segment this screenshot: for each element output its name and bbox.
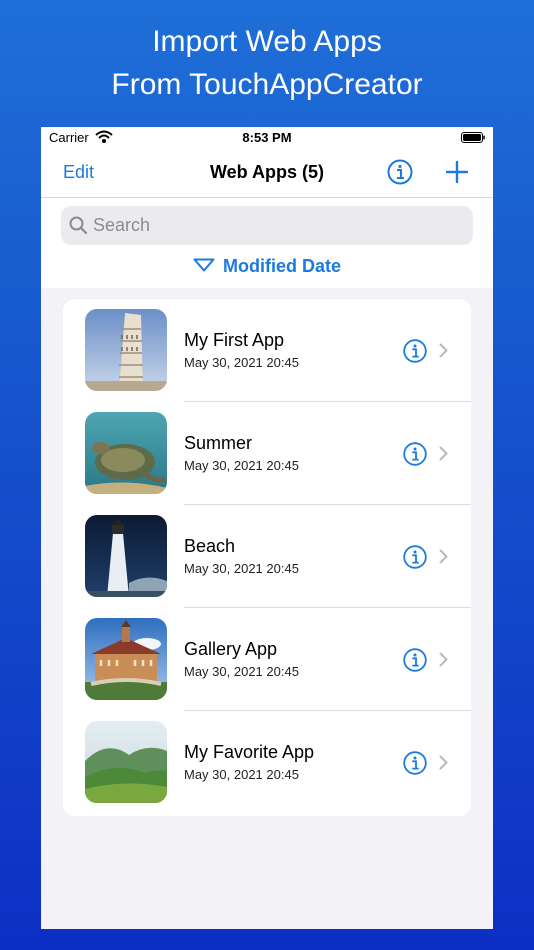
search-area: Search Modified Date xyxy=(41,198,493,288)
promo-header: Import Web Apps From TouchAppCreator xyxy=(0,20,534,106)
app-date: May 30, 2021 20:45 xyxy=(184,458,299,473)
status-time: 8:53 PM xyxy=(242,130,292,145)
battery-icon xyxy=(461,132,485,143)
navigation-bar: Edit Web Apps (5) xyxy=(41,149,493,198)
app-title: Gallery App xyxy=(184,639,278,659)
info-icon[interactable] xyxy=(403,339,427,363)
info-icon[interactable] xyxy=(403,442,427,466)
promo-line-2: From TouchAppCreator xyxy=(111,68,423,101)
green-hills-photo xyxy=(85,721,167,803)
lighthouse-photo xyxy=(85,515,167,597)
search-input[interactable]: Search xyxy=(61,206,473,245)
chevron-right-icon xyxy=(439,446,448,461)
plus-icon[interactable] xyxy=(446,161,468,183)
old-town-hall-photo xyxy=(85,618,167,700)
list-item[interactable]: My Favorite App May 30, 2021 20:45 xyxy=(63,711,471,814)
status-bar: Carrier 8:53 PM xyxy=(41,127,493,149)
apps-list: My First App May 30, 2021 20:45 Summer M… xyxy=(63,299,471,816)
app-date: May 30, 2021 20:45 xyxy=(184,561,299,576)
list-item[interactable]: Beach May 30, 2021 20:45 xyxy=(63,505,471,608)
sea-turtle-photo xyxy=(85,412,167,494)
list-item[interactable]: Summer May 30, 2021 20:45 xyxy=(63,402,471,505)
sort-label: Modified Date xyxy=(222,256,341,276)
triangle-down-icon xyxy=(193,258,215,272)
list-item[interactable]: Gallery App May 30, 2021 20:45 xyxy=(63,608,471,711)
info-icon[interactable] xyxy=(403,545,427,569)
magnifier-icon xyxy=(69,216,87,234)
page-title: Web Apps (5) xyxy=(209,162,324,182)
app-title: My Favorite App xyxy=(184,742,315,762)
app-title: Beach xyxy=(184,536,236,556)
info-icon[interactable] xyxy=(403,751,427,775)
chevron-right-icon xyxy=(439,652,448,667)
app-date: May 30, 2021 20:45 xyxy=(184,664,299,679)
chevron-right-icon xyxy=(439,343,448,358)
info-icon[interactable] xyxy=(403,648,427,672)
info-icon[interactable] xyxy=(387,159,413,185)
leaning-tower-photo xyxy=(85,309,167,391)
app-title: My First App xyxy=(184,330,285,350)
chevron-right-icon xyxy=(439,549,448,564)
app-date: May 30, 2021 20:45 xyxy=(184,355,299,370)
promo-line-1: Import Web Apps xyxy=(152,25,382,58)
app-date: May 30, 2021 20:45 xyxy=(184,767,299,782)
search-placeholder: Search xyxy=(93,215,151,235)
list-item[interactable]: My First App May 30, 2021 20:45 xyxy=(63,299,471,402)
app-title: Summer xyxy=(184,433,253,453)
chevron-right-icon xyxy=(439,755,448,770)
sort-selector[interactable]: Modified Date xyxy=(41,256,493,277)
phone-screen: Carrier 8:53 PM Edit Web Apps (5) Search… xyxy=(41,127,493,929)
